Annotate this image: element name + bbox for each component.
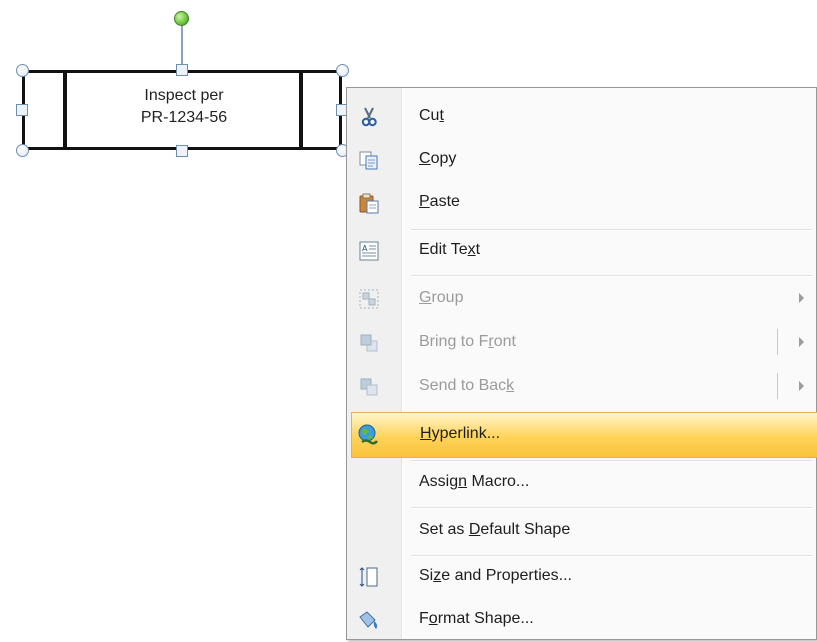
menu-item-format-shape[interactable]: Format Shape...	[349, 598, 816, 642]
submenu-arrow-icon[interactable]	[799, 381, 804, 391]
menu-item-label: Size and Properties...	[419, 567, 572, 584]
menu-item-label: Hyperlink...	[420, 425, 501, 442]
menu-item-edit-text[interactable]: A Edit Text	[349, 229, 816, 273]
menu-item-hyperlink[interactable]: Hyperlink...	[351, 412, 817, 458]
format-shape-icon	[357, 608, 381, 632]
menu-separator	[411, 507, 812, 509]
menu-item-paste[interactable]: Paste	[349, 181, 816, 225]
group-icon	[357, 287, 381, 311]
submenu-arrow-icon	[799, 293, 804, 303]
menu-item-set-default-shape[interactable]: Set as Default Shape	[349, 509, 816, 553]
menu-item-assign-macro[interactable]: Assign Macro...	[349, 461, 816, 505]
resize-handle-bottom-left[interactable]	[16, 144, 29, 157]
menu-item-label: Assign Macro...	[419, 473, 530, 490]
menu-item-label: Copy	[419, 150, 457, 167]
shape-inner-line-right	[299, 73, 303, 147]
menu-item-group[interactable]: Group	[349, 277, 816, 321]
edit-text-icon: A	[357, 239, 381, 263]
menu-item-label: Group	[419, 289, 464, 306]
hyperlink-globe-icon	[356, 423, 380, 447]
svg-text:A: A	[362, 244, 368, 253]
menu-item-size-and-properties[interactable]: Size and Properties...	[349, 555, 816, 599]
submenu-arrow-icon[interactable]	[799, 337, 804, 347]
menu-item-cut[interactable]: Cut	[349, 95, 816, 139]
resize-handle-bottom[interactable]	[176, 145, 188, 157]
size-properties-icon	[357, 565, 381, 589]
process-box-shape[interactable]: Inspect per PR-1234-56	[22, 70, 342, 150]
copy-icon	[357, 148, 381, 172]
menu-item-send-to-back[interactable]: Send to Back	[349, 365, 816, 409]
shape-text-line-2: PR-1234-56	[140, 109, 228, 126]
menu-item-label: Bring to Front	[419, 333, 516, 350]
bring-to-front-icon	[357, 331, 381, 355]
send-to-back-icon	[357, 375, 381, 399]
menu-item-label: Set as Default Shape	[419, 521, 571, 538]
resize-handle-top[interactable]	[176, 64, 188, 76]
shape-text-line-1: Inspect per	[144, 87, 224, 104]
menu-item-label: Format Shape...	[419, 610, 534, 627]
split-button-divider	[777, 373, 778, 399]
scissors-icon	[357, 105, 381, 129]
menu-item-label: Cut	[419, 107, 444, 124]
menu-item-label: Edit Text	[419, 241, 481, 258]
rotation-handle[interactable]	[174, 11, 189, 26]
context-menu: Cut Copy Paste A Edit Text Group Bring t…	[346, 87, 817, 640]
rotation-handle-stem	[181, 24, 183, 66]
selected-shape[interactable]: Inspect per PR-1234-56	[0, 0, 360, 170]
shape-inner-line-left	[63, 73, 67, 147]
resize-handle-left[interactable]	[16, 104, 28, 116]
menu-item-bring-to-front[interactable]: Bring to Front	[349, 321, 816, 365]
resize-handle-top-left[interactable]	[16, 64, 29, 77]
resize-handle-top-right[interactable]	[336, 64, 349, 77]
menu-separator	[411, 275, 812, 277]
menu-item-label: Paste	[419, 193, 460, 210]
split-button-divider	[777, 329, 778, 355]
menu-item-copy[interactable]: Copy	[349, 138, 816, 182]
shape-text[interactable]: Inspect per PR-1234-56	[69, 85, 299, 129]
menu-item-label: Send to Back	[419, 377, 515, 394]
paste-icon	[357, 191, 381, 215]
